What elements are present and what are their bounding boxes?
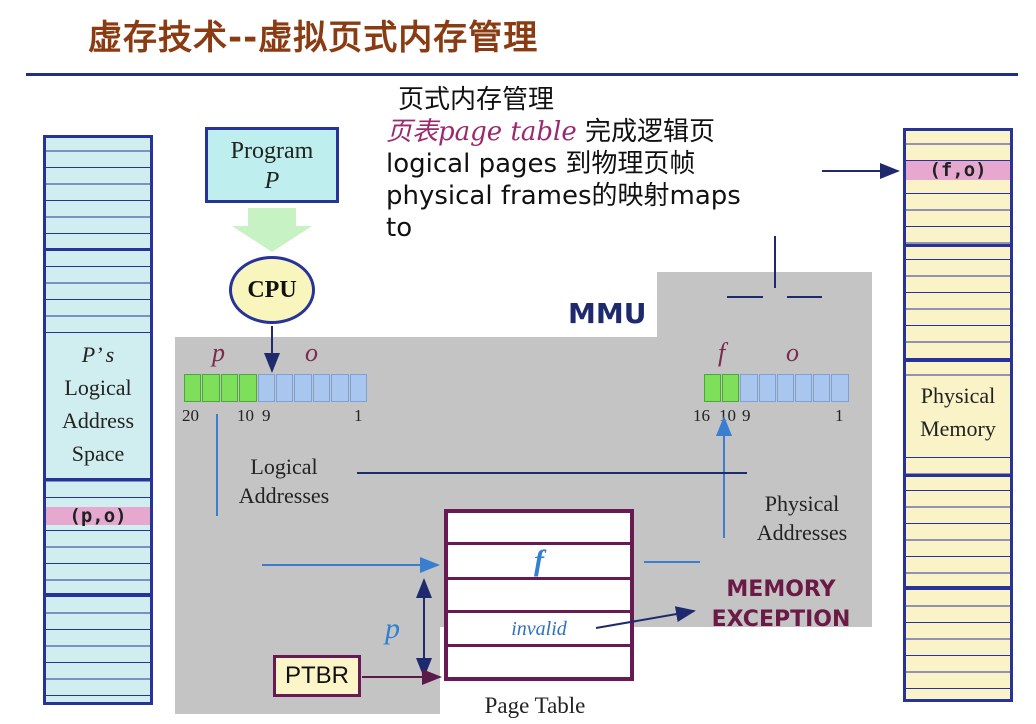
invalid-to-exception-arrow: [595, 606, 696, 629]
program-to-cpu-arrow: [232, 208, 312, 252]
connector-lines: [216, 163, 900, 685]
